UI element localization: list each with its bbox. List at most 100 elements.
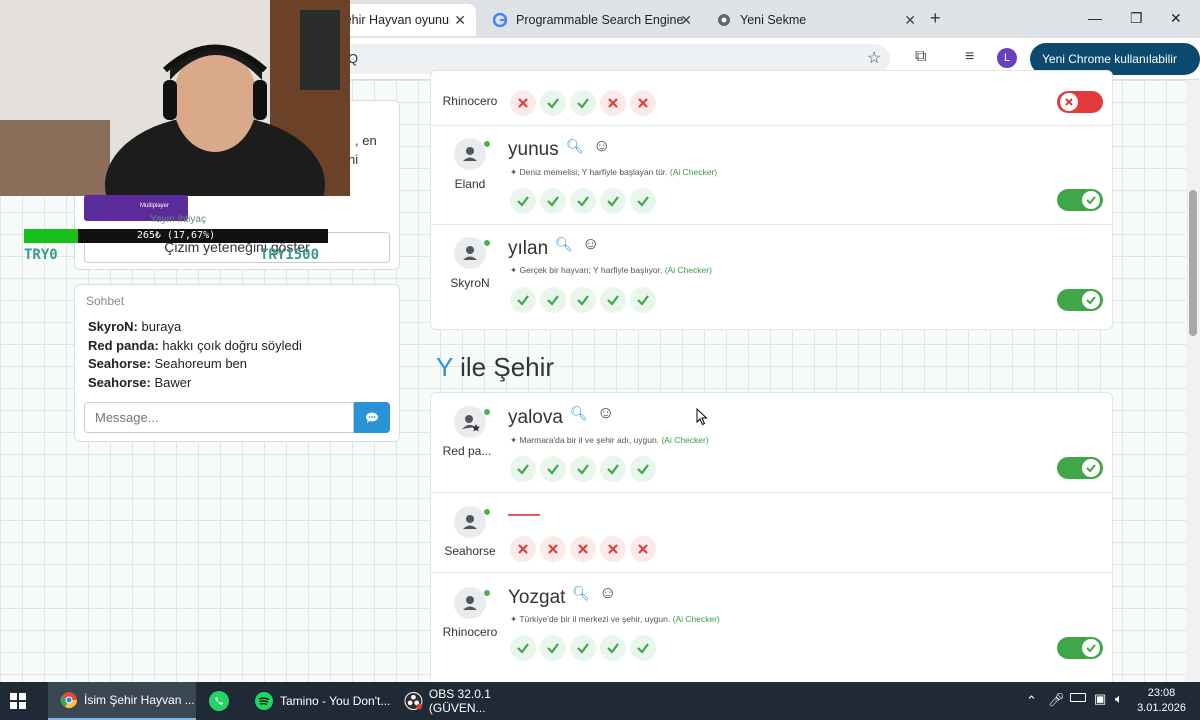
emoji-react-icon[interactable]: ☺	[593, 136, 610, 156]
check-icon	[577, 98, 589, 109]
vote-approve[interactable]	[630, 456, 656, 482]
ai-checker-note: ✦ Deniz memelisi; Y harfiyle başlayan tü…	[510, 167, 718, 177]
volume-icon[interactable]: 🔈︎	[1115, 691, 1123, 707]
ai-checker-tag: (Ai Checker)	[664, 265, 712, 275]
taskbar-item-obs[interactable]: OBS 32.0.1 (GÜVEN...	[404, 682, 544, 720]
accept-toggle[interactable]	[1057, 457, 1103, 479]
check-icon	[517, 464, 529, 475]
chat-message-input[interactable]	[84, 402, 354, 433]
network-icon[interactable]: ▣	[1094, 691, 1106, 707]
search-icon[interactable]: 🔍︎	[566, 138, 584, 155]
vote-approve[interactable]	[540, 635, 566, 661]
check-icon	[1086, 464, 1096, 473]
vote-reject[interactable]	[570, 536, 596, 562]
vote-approve[interactable]	[570, 635, 596, 661]
battery-icon[interactable]	[1070, 693, 1086, 702]
check-icon	[637, 643, 649, 654]
system-clock[interactable]: 23:08 3.01.2026	[1137, 686, 1186, 716]
chat-title: Sohbet	[86, 294, 125, 308]
vote-approve[interactable]	[570, 188, 596, 214]
vote-reject[interactable]	[510, 90, 536, 116]
vote-approve[interactable]	[540, 287, 566, 313]
empty-answer-line	[508, 514, 540, 516]
search-icon[interactable]: 🔍︎	[570, 405, 588, 422]
vote-reject[interactable]	[540, 536, 566, 562]
tab-yeni-sekme[interactable]: Yeni Sekme ✕	[706, 4, 926, 36]
bookmark-star-icon[interactable]: ☆	[867, 48, 881, 68]
player-name: Rhinocero	[442, 625, 498, 639]
vote-reject[interactable]	[510, 536, 536, 562]
player-avatar	[454, 406, 486, 438]
check-icon	[607, 295, 619, 306]
tab-programmable-search[interactable]: Programmable Search Engine ✕	[482, 4, 702, 36]
close-icon[interactable]: ✕	[904, 12, 916, 29]
vote-approve[interactable]	[570, 456, 596, 482]
vote-approve[interactable]	[540, 90, 566, 116]
vote-approve[interactable]	[570, 90, 596, 116]
emoji-react-icon[interactable]: ☺	[599, 583, 616, 603]
taskbar-item-spotify[interactable]: Tamino - You Don't...	[254, 682, 394, 720]
microphone-icon[interactable]: 🎤︎	[1048, 692, 1065, 708]
vote-approve[interactable]	[510, 287, 536, 313]
chat-send-button[interactable]	[354, 402, 390, 433]
profile-avatar[interactable]: L	[997, 48, 1017, 68]
vote-approve[interactable]	[540, 188, 566, 214]
vote-reject[interactable]	[630, 536, 656, 562]
ai-checker-note: ✦ Türkiye'de bir il merkezi ve şehir, uy…	[510, 614, 720, 624]
clock-time: 23:08	[1147, 687, 1176, 699]
x-icon	[548, 544, 558, 554]
tray-chevron-icon[interactable]: ⌃	[1026, 693, 1037, 709]
chat-text: Seahoreum ben	[154, 356, 248, 371]
search-icon[interactable]: 🔍︎	[555, 236, 573, 253]
new-tab-plus-icon[interactable]: +	[930, 8, 941, 29]
extensions-icon[interactable]: ⧉	[915, 48, 926, 66]
check-icon	[1086, 644, 1096, 653]
toggle-knob	[1082, 291, 1100, 309]
answer-word: yunus	[508, 139, 559, 160]
online-indicator	[484, 409, 490, 415]
vote-approve[interactable]	[630, 287, 656, 313]
search-icon[interactable]: 🔍︎	[572, 585, 590, 602]
vote-approve[interactable]	[570, 287, 596, 313]
close-window-icon[interactable]: ✕	[1170, 10, 1182, 27]
taskbar-item-whatsapp[interactable]	[208, 682, 236, 720]
emoji-react-icon[interactable]: ☺	[582, 234, 599, 254]
maximize-icon[interactable]: ❐	[1130, 10, 1143, 27]
chat-message: SkyroN: buraya	[88, 319, 181, 334]
taskbar-item-chrome[interactable]: İsim Şehir Hayvan ...	[48, 682, 196, 720]
media-control-icon[interactable]: ≡	[965, 48, 974, 66]
vote-approve[interactable]	[600, 456, 626, 482]
goal-max-label: TRY1500	[260, 247, 320, 263]
vote-approve[interactable]	[600, 188, 626, 214]
chat-user: Seahorse:	[88, 375, 151, 390]
accept-toggle[interactable]	[1057, 189, 1103, 211]
vote-approve[interactable]	[630, 188, 656, 214]
vote-approve[interactable]	[510, 456, 536, 482]
start-button[interactable]	[10, 682, 36, 720]
accept-toggle[interactable]	[1057, 289, 1103, 311]
emoji-react-icon[interactable]: ☺	[597, 403, 614, 423]
vote-approve[interactable]	[630, 635, 656, 661]
close-icon[interactable]: ✕	[454, 12, 466, 29]
chrome-update-label: Yeni Chrome kullanılabilir	[1042, 52, 1177, 66]
toggle-knob	[1082, 639, 1100, 657]
scrollbar-thumb[interactable]	[1189, 190, 1197, 336]
check-icon	[547, 464, 559, 475]
ai-checker-tag: (Ai Checker)	[661, 435, 709, 445]
vote-approve[interactable]	[510, 188, 536, 214]
page-scrollbar[interactable]	[1186, 80, 1200, 682]
accept-toggle[interactable]	[1057, 91, 1103, 113]
vote-approve[interactable]	[510, 635, 536, 661]
vote-reject[interactable]	[600, 536, 626, 562]
vote-reject[interactable]	[630, 90, 656, 116]
accept-toggle[interactable]	[1057, 637, 1103, 659]
check-icon	[637, 196, 649, 207]
vote-approve[interactable]	[540, 456, 566, 482]
vote-approve[interactable]	[600, 287, 626, 313]
close-icon[interactable]: ✕	[680, 12, 692, 29]
vote-approve[interactable]	[600, 635, 626, 661]
check-icon	[607, 464, 619, 475]
vote-reject[interactable]	[600, 90, 626, 116]
check-icon	[577, 295, 589, 306]
minimize-icon[interactable]: —	[1088, 10, 1102, 26]
